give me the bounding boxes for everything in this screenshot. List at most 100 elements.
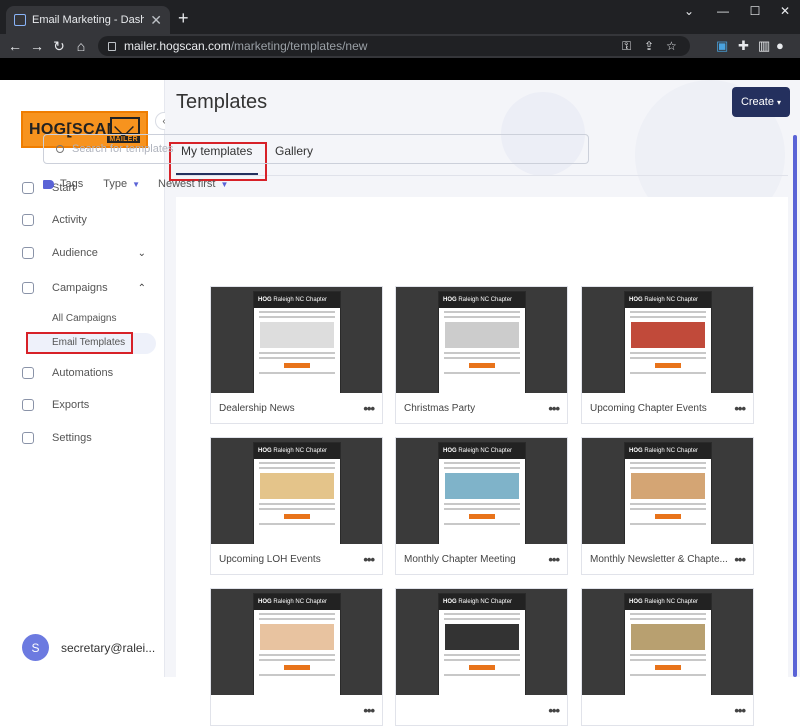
create-label: Create bbox=[740, 96, 774, 108]
user-menu[interactable]: S secretary@ralei... bbox=[22, 634, 155, 661]
browser-tab[interactable]: Email Marketing - Dashboard ✕ bbox=[6, 6, 170, 34]
sidebar-item-automations[interactable]: Automations bbox=[22, 363, 152, 383]
more-options-icon[interactable]: ••• bbox=[548, 552, 560, 567]
back-icon[interactable]: ← bbox=[4, 38, 26, 54]
template-thumbnail[interactable]: HOG Raleigh NC Chapter bbox=[211, 438, 382, 544]
url-path: /marketing/templates/new bbox=[230, 39, 368, 53]
tab-search-icon[interactable]: ⌄ bbox=[672, 0, 706, 22]
template-card[interactable]: HOG Raleigh NC Chapter Christmas Party ••• bbox=[395, 286, 568, 424]
bookmark-star-icon[interactable]: ☆ bbox=[666, 39, 677, 53]
more-options-icon[interactable]: ••• bbox=[548, 703, 560, 718]
minimize-icon[interactable]: — bbox=[706, 0, 740, 22]
reload-icon[interactable]: ↻ bbox=[48, 38, 70, 55]
preview-chapter: Raleigh NC Chapter bbox=[644, 448, 699, 454]
chart-line-icon bbox=[22, 214, 34, 226]
template-thumbnail[interactable]: HOG Raleigh NC Chapter bbox=[396, 589, 567, 695]
more-options-icon[interactable]: ••• bbox=[363, 401, 375, 416]
more-options-icon[interactable]: ••• bbox=[363, 703, 375, 718]
user-email: secretary@ralei... bbox=[61, 640, 156, 655]
envelope-icon bbox=[110, 117, 140, 135]
tab-close-icon[interactable]: ✕ bbox=[150, 12, 162, 29]
preview-brand: HOG bbox=[443, 599, 457, 605]
caret-down-icon[interactable]: ▼ bbox=[221, 180, 229, 189]
preview-header: HOG Raleigh NC Chapter bbox=[625, 292, 711, 308]
preview-image bbox=[631, 322, 705, 348]
more-options-icon[interactable]: ••• bbox=[734, 401, 746, 416]
address-bar[interactable]: mailer.hogscan.com/marketing/templates/n… bbox=[98, 36, 690, 56]
home-browser-icon[interactable]: ⌂ bbox=[70, 38, 92, 54]
search-input[interactable]: Search for templates bbox=[43, 134, 589, 164]
filter-type[interactable]: Type bbox=[103, 178, 127, 190]
home-icon bbox=[22, 182, 34, 194]
close-window-icon[interactable]: ✕ bbox=[768, 0, 800, 22]
sort-select[interactable]: Newest first bbox=[158, 178, 215, 190]
template-card[interactable]: HOG Raleigh NC Chapter Monthly Newsletter… bbox=[581, 437, 754, 575]
tab-strip: Email Marketing - Dashboard ✕ + ⌄ — ☐ ✕ bbox=[0, 0, 800, 34]
side-panel-icon[interactable]: ▥ bbox=[758, 38, 770, 54]
preview-header: HOG Raleigh NC Chapter bbox=[625, 443, 711, 459]
preview-brand: HOG bbox=[258, 599, 272, 605]
more-options-icon[interactable]: ••• bbox=[734, 552, 746, 567]
sidebar-item-label: Activity bbox=[52, 214, 87, 226]
template-thumbnail[interactable]: HOG Raleigh NC Chapter bbox=[582, 287, 753, 393]
more-options-icon[interactable]: ••• bbox=[734, 703, 746, 718]
template-card[interactable]: HOG Raleigh NC Chapter ••• bbox=[395, 588, 568, 726]
template-card[interactable]: HOG Raleigh NC Chapter Monthly Chapter Me… bbox=[395, 437, 568, 575]
sidebar-item-label: Automations bbox=[52, 367, 114, 379]
extensions-puzzle-icon[interactable]: ✚ bbox=[738, 38, 749, 54]
template-name: Christmas Party bbox=[404, 403, 476, 414]
chevron-up-icon: ⌃ bbox=[137, 282, 146, 294]
preview-chapter: Raleigh NC Chapter bbox=[644, 297, 699, 303]
avatar: S bbox=[22, 634, 49, 661]
template-thumbnail[interactable]: HOG Raleigh NC Chapter bbox=[582, 438, 753, 544]
maximize-icon[interactable]: ☐ bbox=[738, 0, 772, 22]
filter-tags[interactable]: Tags bbox=[60, 178, 83, 190]
users-icon bbox=[22, 247, 34, 259]
email-preview: HOG Raleigh NC Chapter bbox=[438, 593, 526, 695]
template-thumbnail[interactable]: HOG Raleigh NC Chapter bbox=[211, 589, 382, 695]
template-card[interactable]: HOG Raleigh NC Chapter Upcoming Chapter E… bbox=[581, 286, 754, 424]
extension-m-icon[interactable]: ▣ bbox=[716, 38, 728, 54]
more-options-icon[interactable]: ••• bbox=[363, 552, 375, 567]
highlight-box-email-templates bbox=[26, 332, 133, 354]
sidebar-subitem-all-campaigns[interactable]: All Campaigns bbox=[52, 313, 116, 324]
sidebar-item-settings[interactable]: Settings bbox=[22, 428, 152, 448]
preview-brand: HOG bbox=[258, 448, 272, 454]
template-name: Monthly Newsletter & Chapte... bbox=[590, 554, 728, 565]
scrollbar[interactable] bbox=[793, 135, 797, 677]
forward-icon[interactable]: → bbox=[26, 38, 48, 54]
email-preview: HOG Raleigh NC Chapter bbox=[253, 291, 341, 393]
template-thumbnail[interactable]: HOG Raleigh NC Chapter bbox=[396, 438, 567, 544]
more-options-icon[interactable]: ••• bbox=[548, 401, 560, 416]
preview-header: HOG Raleigh NC Chapter bbox=[439, 594, 525, 610]
preview-header: HOG Raleigh NC Chapter bbox=[254, 443, 340, 459]
template-card[interactable]: HOG Raleigh NC Chapter ••• bbox=[581, 588, 754, 726]
template-card[interactable]: HOG Raleigh NC Chapter Upcoming LOH Event… bbox=[210, 437, 383, 575]
template-thumbnail[interactable]: HOG Raleigh NC Chapter bbox=[582, 589, 753, 695]
sidebar-item-exports[interactable]: Exports bbox=[22, 395, 152, 415]
template-card[interactable]: HOG Raleigh NC Chapter Dealership News ••• bbox=[210, 286, 383, 424]
preview-image bbox=[260, 322, 334, 348]
template-card[interactable]: HOG Raleigh NC Chapter ••• bbox=[210, 588, 383, 726]
sidebar-item-campaigns[interactable]: Campaigns ⌃ bbox=[22, 278, 152, 298]
template-thumbnail[interactable]: HOG Raleigh NC Chapter bbox=[396, 287, 567, 393]
share-icon[interactable]: ⇪ bbox=[644, 39, 654, 53]
search-placeholder: Search for templates bbox=[72, 143, 174, 155]
paper-plane-icon bbox=[22, 282, 34, 294]
template-thumbnail[interactable]: HOG Raleigh NC Chapter bbox=[211, 287, 382, 393]
sidebar-item-audience[interactable]: Audience ⌄ bbox=[22, 243, 152, 263]
new-tab-icon[interactable]: + bbox=[178, 9, 189, 27]
preview-button bbox=[284, 363, 310, 368]
preview-brand: HOG bbox=[443, 448, 457, 454]
sidebar-item-label: Settings bbox=[52, 432, 92, 444]
preview-header: HOG Raleigh NC Chapter bbox=[254, 292, 340, 308]
preview-header: HOG Raleigh NC Chapter bbox=[254, 594, 340, 610]
preview-button bbox=[284, 514, 310, 519]
tab-favicon-icon bbox=[14, 14, 26, 26]
profile-avatar-icon[interactable]: ● bbox=[776, 38, 784, 53]
preview-brand: HOG bbox=[629, 297, 643, 303]
key-icon[interactable]: ⚿ bbox=[622, 39, 631, 54]
create-button[interactable]: Create ▾ bbox=[732, 87, 790, 117]
caret-down-icon[interactable]: ▼ bbox=[132, 180, 140, 189]
sidebar-item-activity[interactable]: Activity bbox=[22, 210, 152, 230]
